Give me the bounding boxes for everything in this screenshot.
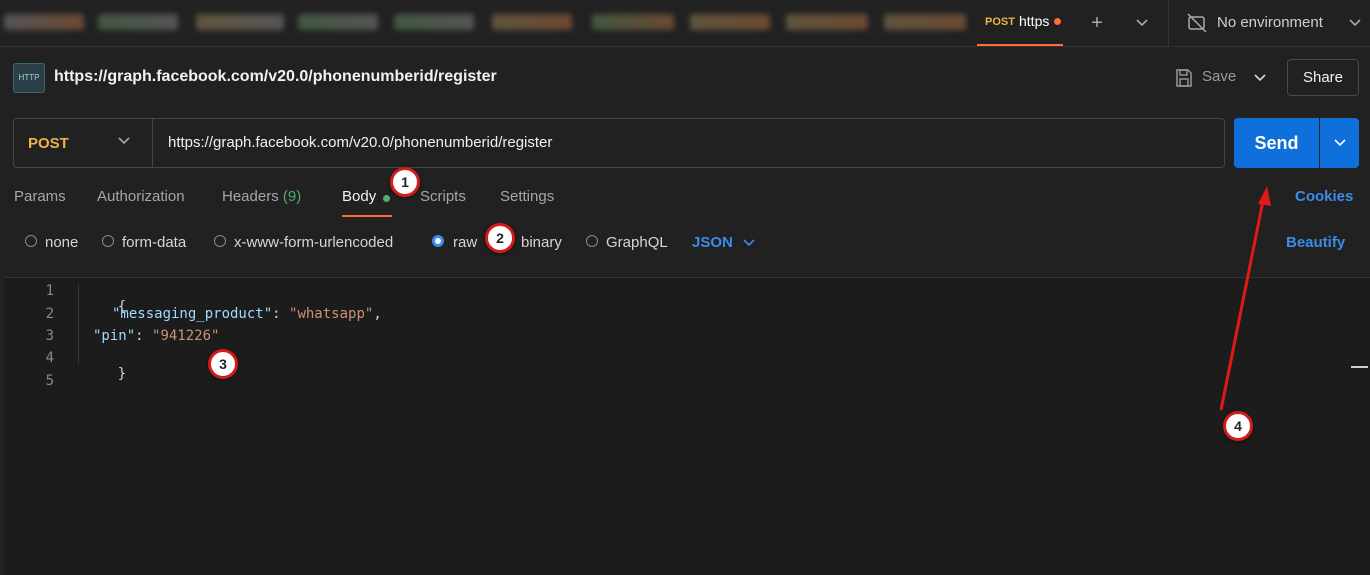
chevron-down-icon (118, 137, 130, 145)
http-request-icon: HTTP (13, 63, 45, 93)
headers-count: (9) (282, 188, 302, 205)
environment-selector[interactable]: No environment (1168, 0, 1370, 46)
active-request-tab[interactable]: POST https (977, 0, 1063, 46)
body-editor[interactable]: 1 2 3 4 5 { "messaging_product": "whatsa… (4, 277, 1370, 575)
tab-title: https (1019, 13, 1049, 29)
line-number: 2 (45, 306, 54, 322)
blurred-tab[interactable] (690, 14, 770, 30)
json-colon: : (135, 328, 153, 344)
chevron-down-icon (743, 239, 755, 247)
line-number: 3 (45, 328, 54, 344)
beautify-link[interactable]: Beautify (1286, 234, 1345, 251)
option-graphql-label[interactable]: GraphQL (606, 234, 668, 251)
chevron-down-icon (1136, 19, 1148, 27)
code-line-3: "pin": "941226" (93, 328, 219, 344)
blurred-tab[interactable] (884, 14, 966, 30)
radio-raw[interactable] (432, 235, 444, 247)
radio-none[interactable] (25, 235, 37, 247)
blurred-tab[interactable] (786, 14, 868, 30)
option-form-data-label[interactable]: form-data (122, 234, 186, 251)
indent-guide (78, 284, 79, 364)
save-options-button[interactable] (1248, 62, 1272, 94)
tab-headers-label: Headers (222, 188, 279, 205)
radio-urlencoded[interactable] (214, 235, 226, 247)
active-tab-underline (342, 215, 392, 217)
environment-label: No environment (1217, 14, 1323, 31)
option-none-label[interactable]: none (45, 234, 78, 251)
blurred-tab[interactable] (98, 14, 178, 30)
line-number: 5 (45, 373, 54, 389)
option-raw-label[interactable]: raw (453, 234, 477, 251)
format-label: JSON (692, 234, 733, 251)
line-number: 4 (45, 350, 54, 366)
chevron-down-icon (1333, 139, 1346, 147)
cookies-link[interactable]: Cookies (1295, 188, 1353, 205)
json-colon: : (272, 306, 290, 322)
blurred-tab[interactable] (298, 14, 378, 30)
annotation-badge: 3 (208, 349, 238, 379)
json-key: "messaging_product" (112, 306, 273, 322)
save-icon (1176, 69, 1192, 87)
tab-headers[interactable]: Headers (9) (222, 188, 301, 205)
url-input[interactable] (168, 134, 1208, 151)
send-button[interactable]: Send (1234, 118, 1319, 168)
chevron-down-icon (1349, 19, 1361, 27)
unsaved-dot (1054, 18, 1061, 25)
save-label: Save (1202, 68, 1237, 85)
save-button[interactable]: Save (1166, 62, 1246, 94)
json-comma: , (373, 306, 382, 322)
json-value: "941226" (152, 328, 220, 344)
scrollbar-thumb[interactable] (1351, 366, 1368, 368)
radio-form-data[interactable] (102, 235, 114, 247)
close-brace: } (117, 366, 127, 382)
annotation-badge: 2 (485, 223, 515, 253)
no-environment-icon (1187, 13, 1207, 33)
tab-authorization[interactable]: Authorization (97, 188, 185, 205)
json-value: "whatsapp" (289, 306, 374, 322)
body-modified-dot (383, 195, 390, 202)
radio-graphql[interactable] (586, 235, 598, 247)
option-urlencoded-label[interactable]: x-www-form-urlencoded (234, 234, 393, 251)
request-name[interactable]: https://graph.facebook.com/v20.0/phonenu… (54, 68, 497, 86)
line-number-gutter: 1 2 3 4 5 (4, 278, 64, 575)
tab-strip: POST https + No environment (0, 0, 1370, 47)
tab-params[interactable]: Params (14, 188, 66, 205)
tab-list-button[interactable] (1127, 8, 1157, 38)
chevron-down-icon (1254, 74, 1266, 82)
tab-settings[interactable]: Settings (500, 188, 554, 205)
blurred-tab[interactable] (592, 14, 674, 30)
blurred-tab[interactable] (492, 14, 572, 30)
format-select[interactable]: JSON (692, 234, 755, 251)
blurred-tab[interactable] (196, 14, 284, 30)
blurred-tab[interactable] (394, 14, 474, 30)
tab-scripts[interactable]: Scripts (420, 188, 466, 205)
option-binary-label[interactable]: binary (521, 234, 562, 251)
share-button[interactable]: Share (1287, 59, 1359, 96)
method-label: POST (28, 135, 69, 152)
annotation-badge: 4 (1223, 411, 1253, 441)
json-key: "pin" (93, 328, 136, 344)
send-options-button[interactable] (1320, 118, 1359, 168)
method-select[interactable]: POST (14, 119, 153, 167)
url-bar: POST (13, 118, 1225, 168)
code-line-4: } (84, 350, 126, 398)
tab-body[interactable]: Body (342, 188, 376, 205)
blurred-tab[interactable] (4, 14, 84, 30)
annotation-badge: 1 (390, 167, 420, 197)
plus-icon: + (1091, 11, 1103, 34)
new-tab-button[interactable]: + (1082, 8, 1112, 38)
code-line-2: "messaging_product": "whatsapp", (112, 306, 382, 322)
tab-method-label: POST (985, 16, 1015, 28)
line-number: 1 (45, 283, 54, 299)
